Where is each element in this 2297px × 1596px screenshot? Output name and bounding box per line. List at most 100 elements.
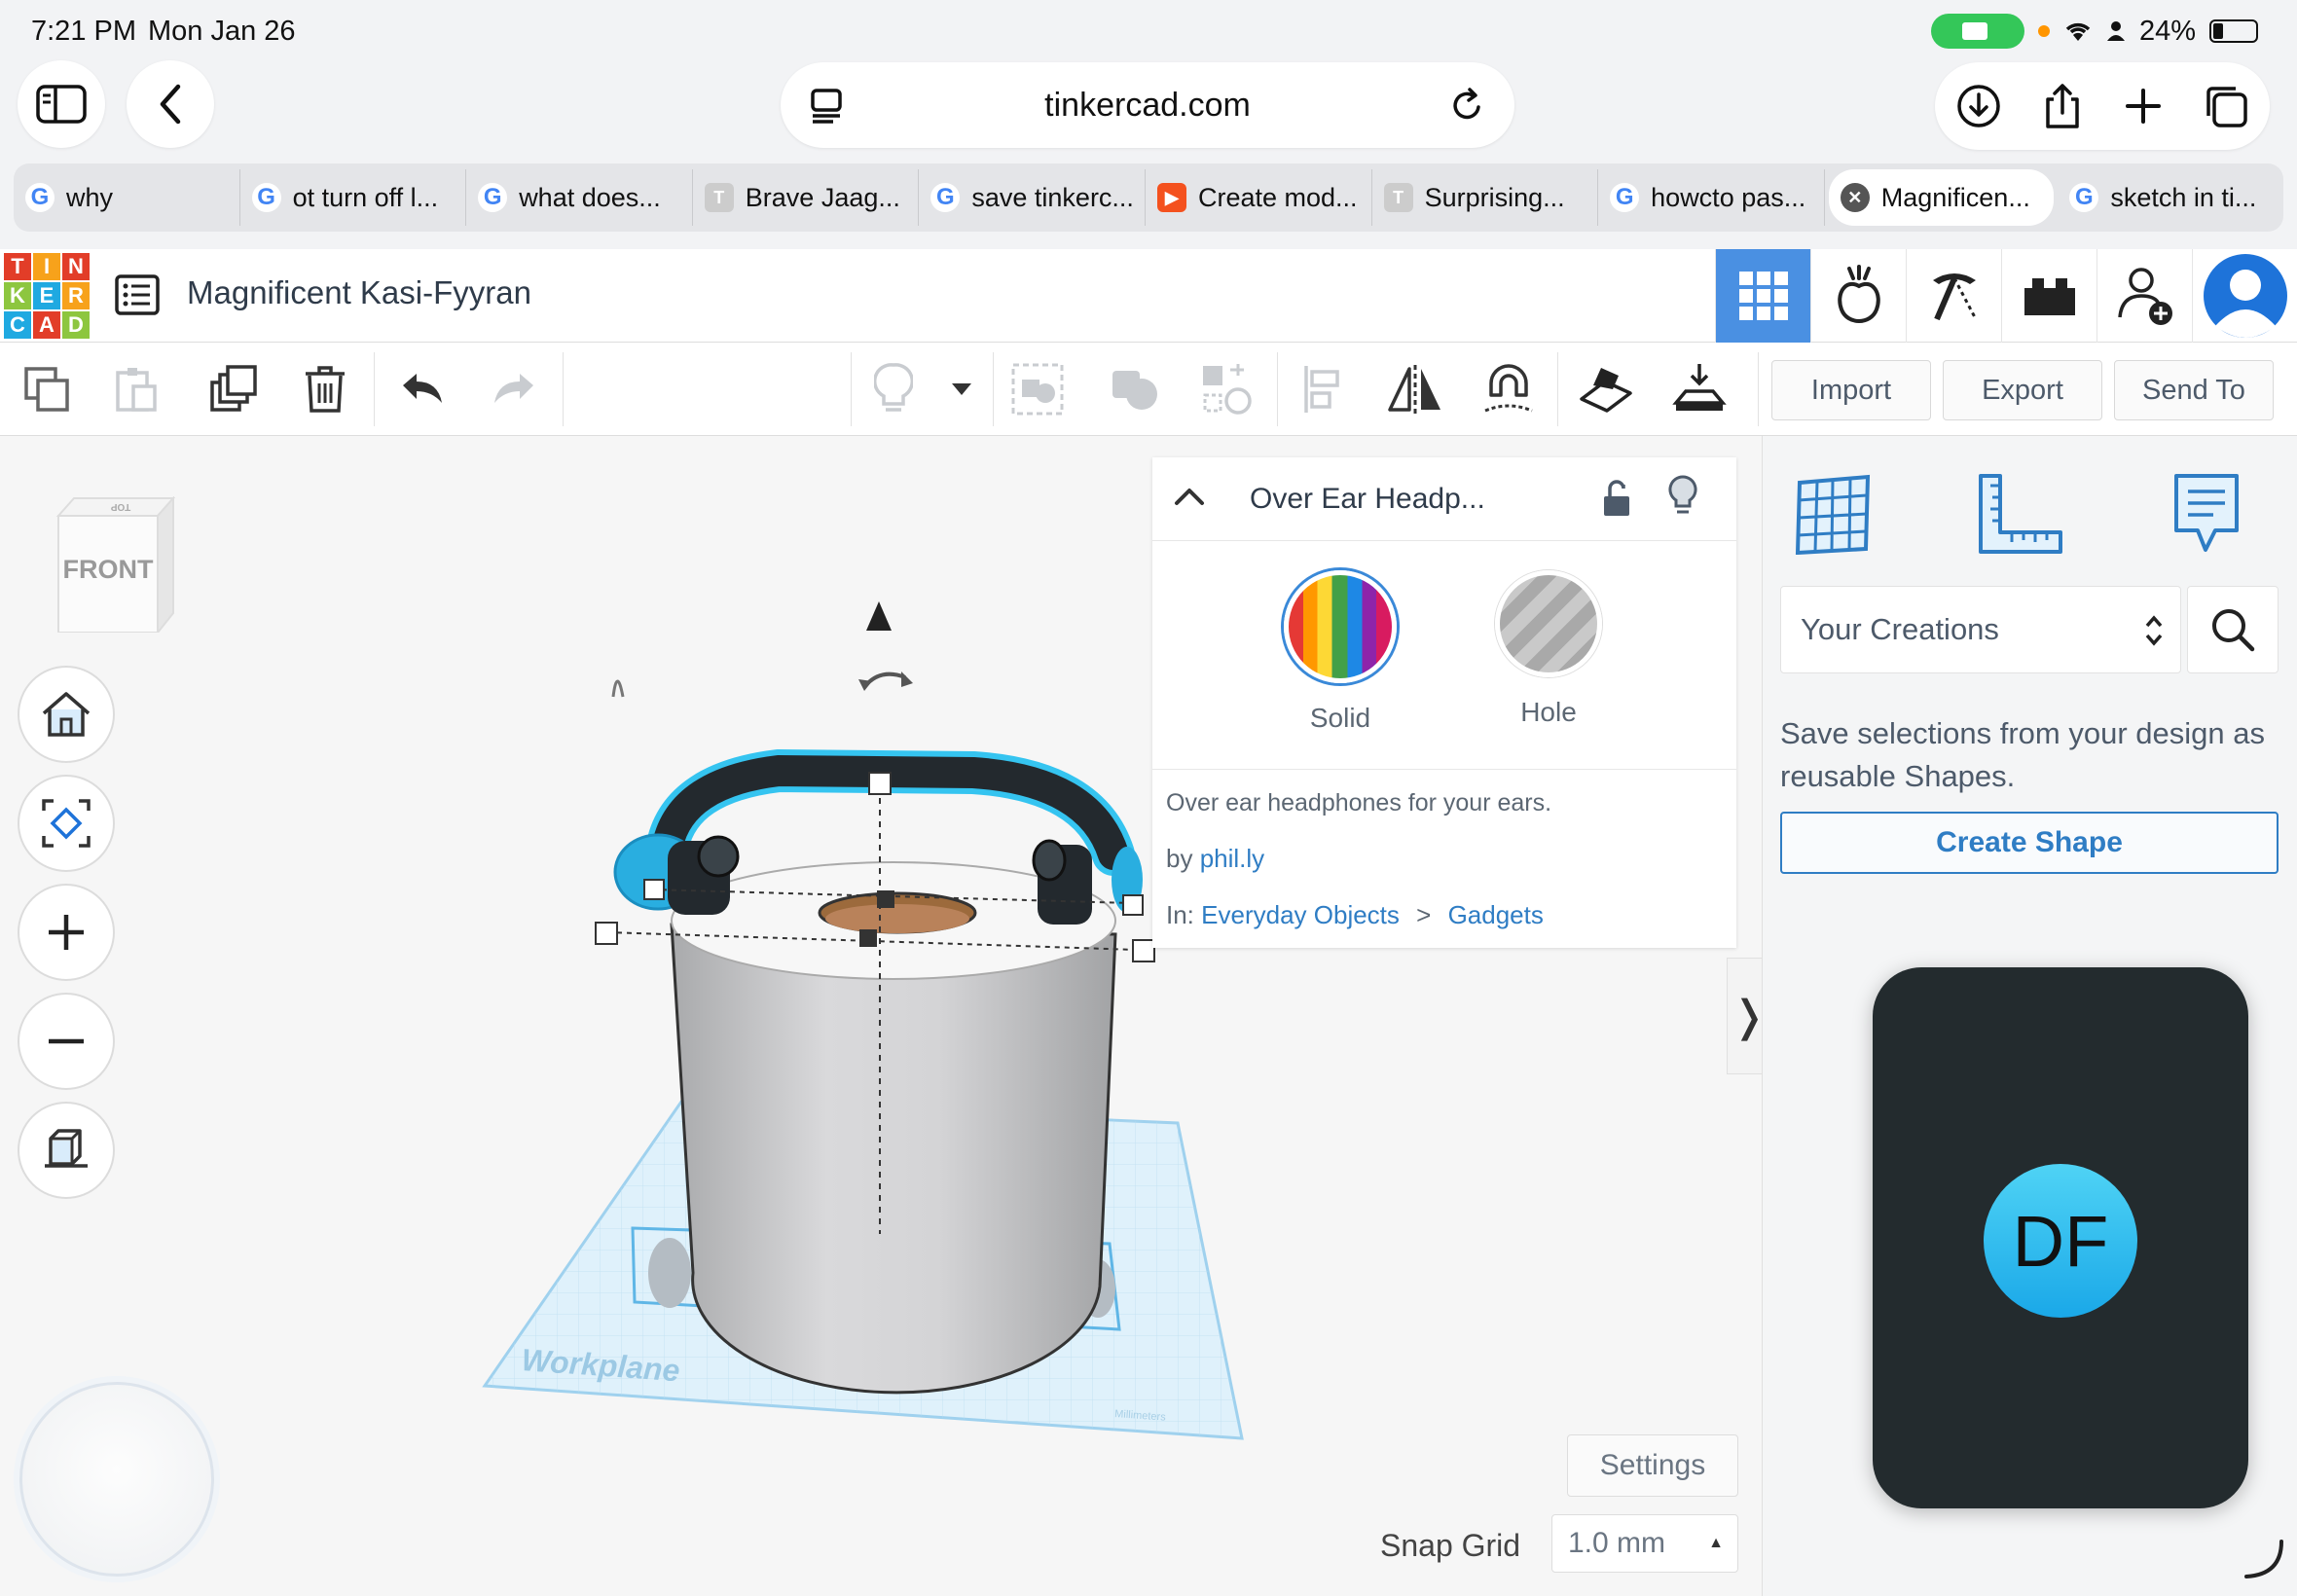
shape-search-button[interactable] [2187, 586, 2279, 673]
workplane-button[interactable] [1577, 360, 1635, 418]
status-bar: 7:21 PM Mon Jan 26 24% [0, 0, 2297, 60]
ungroup-split-button[interactable] [1197, 360, 1256, 418]
url-text: tinkercad.com [1044, 86, 1251, 124]
shape-author-line: by phil.ly [1166, 844, 1265, 873]
undo-button[interactable] [393, 360, 452, 418]
new-tab-icon[interactable] [2124, 87, 2163, 126]
sim-lab-button[interactable] [1810, 249, 1906, 343]
facetime-pip-window[interactable]: DF [1873, 967, 2248, 1508]
ruler-button[interactable] [1971, 465, 2068, 562]
minecraft-mode-button[interactable] [1906, 249, 2001, 343]
download-icon[interactable] [1955, 83, 2002, 129]
copy-button[interactable] [18, 360, 76, 418]
chevron-left-icon [160, 84, 181, 125]
back-button[interactable] [127, 60, 214, 148]
export-button[interactable]: Export [1943, 360, 2102, 420]
mic-indicator-icon [2037, 25, 2050, 37]
hole-option[interactable]: Hole [1485, 570, 1612, 728]
snap-grid-select[interactable]: 1.0 mm ▲ [1551, 1514, 1738, 1573]
google-icon: G [251, 183, 281, 212]
browser-actions [1935, 62, 2270, 150]
reload-icon[interactable] [1448, 86, 1485, 125]
redo-icon [494, 374, 533, 403]
category-link[interactable]: Everyday Objects [1201, 900, 1400, 929]
user-avatar[interactable] [2192, 249, 2297, 343]
bricks-mode-button[interactable] [2001, 249, 2096, 343]
align-button[interactable] [1294, 360, 1353, 418]
lightbulb-icon[interactable] [1668, 475, 1697, 518]
import-button[interactable]: Import [1771, 360, 1931, 420]
design-list-icon[interactable] [115, 274, 160, 315]
notes-dropdown[interactable] [932, 360, 991, 418]
drop-button[interactable] [1670, 360, 1729, 418]
navigation-joystick[interactable] [19, 1382, 214, 1577]
close-icon[interactable]: ✕ [1840, 183, 1870, 212]
redo-button[interactable] [485, 360, 543, 418]
rotate-handle-side[interactable] [611, 679, 625, 698]
browser-tab[interactable]: T Surprising... [1372, 169, 1599, 226]
browser-tab[interactable]: Gsave tinkerc... [919, 169, 1146, 226]
grid-plane-icon [1795, 474, 1871, 555]
ruler-icon [1979, 474, 2062, 554]
create-shape-button[interactable]: Create Shape [1780, 812, 2279, 874]
resize-corner-icon[interactable] [2242, 1538, 2285, 1580]
3d-design-view-button[interactable] [1715, 249, 1810, 343]
group-icon [1011, 363, 1064, 416]
lightbulb-icon [874, 363, 913, 412]
share-icon[interactable] [2042, 82, 2083, 130]
battery-icon [2209, 19, 2258, 43]
shape-name[interactable]: Over Ear Headp... [1250, 483, 1485, 516]
group-button[interactable] [1008, 360, 1067, 418]
mirror-button[interactable] [1386, 360, 1444, 418]
show-notes-button[interactable] [864, 360, 923, 418]
copy-icon [24, 367, 69, 412]
browser-tab[interactable]: Ghowcto pas... [1598, 169, 1825, 226]
settings-button[interactable]: Settings [1567, 1434, 1738, 1497]
tabs-overview-icon[interactable] [2203, 83, 2249, 129]
paste-icon [116, 368, 157, 412]
lift-handle[interactable] [866, 601, 892, 631]
address-bar[interactable]: tinkercad.com [781, 62, 1514, 148]
rotate-handle[interactable] [858, 671, 913, 691]
tinkercad-logo[interactable]: T I N K E R C A D [4, 253, 90, 339]
notes-button[interactable] [2158, 465, 2255, 562]
rainbow-swatch-icon [1284, 570, 1397, 683]
browser-tab-active[interactable]: ✕ Magnificen... [1828, 169, 2055, 226]
ungroup-icon [1203, 364, 1252, 415]
cruise-button[interactable] [1479, 360, 1538, 418]
caller-avatar: DF [1984, 1164, 2137, 1318]
paste-button[interactable] [107, 360, 165, 418]
ungroup-button[interactable] [1106, 360, 1164, 418]
drop-to-plane-icon [1672, 364, 1727, 411]
shape-library-select[interactable]: Your Creations [1780, 586, 2181, 673]
sidebar-toggle-button[interactable] [18, 60, 105, 148]
browser-tab[interactable]: Gwhy [14, 169, 240, 226]
app-header: T I N K E R C A D Magnificent Kasi-Fyyra… [0, 249, 2297, 343]
browser-tab[interactable]: Gsketch in ti... [2058, 169, 2283, 226]
pickaxe-icon [1932, 273, 1977, 321]
send-to-button[interactable]: Send To [2114, 360, 2274, 420]
browser-tab[interactable]: T Brave Jaag... [693, 169, 920, 226]
striped-swatch-icon [1495, 570, 1602, 677]
delete-button[interactable] [296, 360, 354, 418]
shape-category-line: In: Everyday Objects > Gadgets [1166, 900, 1544, 929]
duplicate-button[interactable] [204, 360, 263, 418]
caret-down-icon [952, 383, 971, 395]
page-menu-icon[interactable] [810, 88, 843, 125]
browser-tab[interactable]: ▶ Create mod... [1146, 169, 1372, 226]
grid-panel-button[interactable] [1784, 465, 1881, 562]
browser-tab[interactable]: Got turn off l... [240, 169, 467, 226]
user-profile-icon [2203, 254, 2287, 338]
design-title[interactable]: Magnificent Kasi-Fyyran [187, 274, 531, 311]
browser-tab[interactable]: Gwhat does... [466, 169, 693, 226]
unlock-icon[interactable] [1602, 479, 1631, 518]
sidebar-icon [36, 85, 87, 124]
author-link[interactable]: phil.ly [1200, 844, 1264, 873]
subcategory-link[interactable]: Gadgets [1448, 900, 1544, 929]
tab-bar: Gwhy Got turn off l... Gwhat does... T Br… [14, 163, 2283, 232]
invite-collaborator-button[interactable] [2096, 249, 2192, 343]
chevron-up-icon[interactable] [1174, 487, 1205, 506]
facetime-camera-indicator[interactable] [1930, 14, 2024, 49]
caret-up-icon: ▲ [1708, 1535, 1724, 1551]
solid-option[interactable]: Solid [1277, 570, 1404, 734]
